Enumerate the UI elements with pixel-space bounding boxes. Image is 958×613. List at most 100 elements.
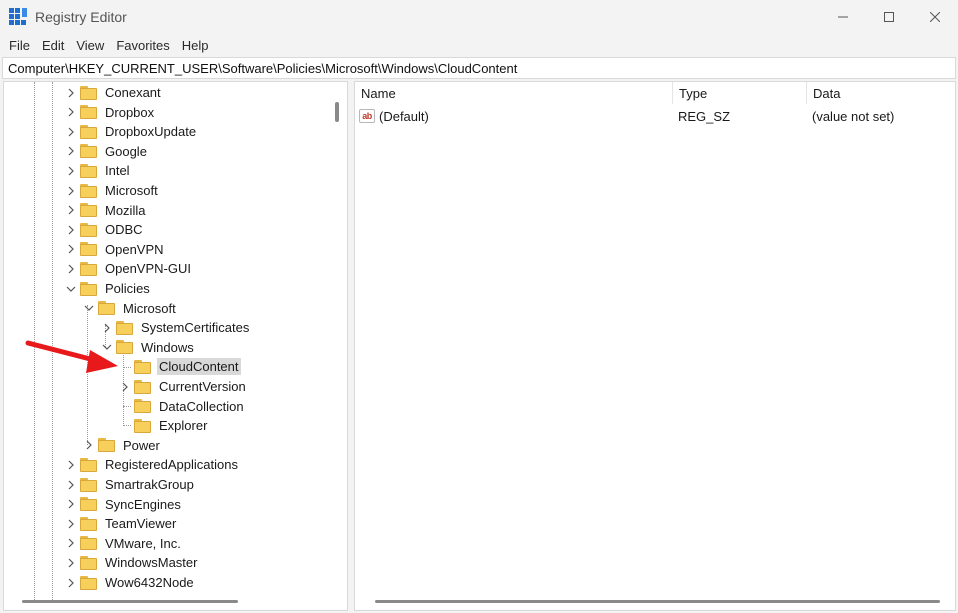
tree-node[interactable]: Dropbox xyxy=(65,103,156,122)
tree-node[interactable]: SystemCertificates xyxy=(101,318,251,337)
tree-connector xyxy=(119,400,131,412)
folder-icon xyxy=(134,399,152,414)
folder-icon xyxy=(80,144,98,159)
folder-icon xyxy=(80,516,98,531)
close-button[interactable] xyxy=(912,0,958,34)
tree-node[interactable]: Power xyxy=(83,436,162,455)
tree-node[interactable]: Mozilla xyxy=(65,201,147,220)
tree-node-label: VMware, Inc. xyxy=(105,535,181,551)
maximize-button[interactable] xyxy=(866,0,912,34)
tree-node[interactable]: CloudContent xyxy=(119,357,241,376)
tree-node[interactable]: Conexant xyxy=(65,83,163,102)
tree-node[interactable]: Microsoft xyxy=(83,299,178,318)
title-bar[interactable]: Registry Editor xyxy=(0,0,958,34)
tree-guide-line xyxy=(87,305,88,445)
tree-node[interactable]: Intel xyxy=(65,161,132,180)
address-bar[interactable]: Computer\HKEY_CURRENT_USER\Software\Poli… xyxy=(2,57,956,79)
value-name-cell: ab (Default) xyxy=(359,106,429,126)
tree-node[interactable]: Windows xyxy=(101,338,196,357)
chevron-right-icon[interactable] xyxy=(65,243,77,255)
tree-node-label: WindowsMaster xyxy=(105,555,198,571)
chevron-right-icon[interactable] xyxy=(65,87,77,99)
tree-guide-line xyxy=(52,82,53,600)
folder-icon xyxy=(98,438,116,453)
value-type: REG_SZ xyxy=(678,108,731,124)
tree-node[interactable]: SyncEngines xyxy=(65,495,183,514)
menu-favorites[interactable]: Favorites xyxy=(110,38,175,53)
tree-node[interactable]: Explorer xyxy=(119,416,209,435)
chevron-right-icon[interactable] xyxy=(65,498,77,510)
chevron-right-icon[interactable] xyxy=(65,204,77,216)
tree-node[interactable]: SmartrakGroup xyxy=(65,475,196,494)
chevron-right-icon[interactable] xyxy=(65,518,77,530)
chevron-right-icon[interactable] xyxy=(65,145,77,157)
tree-node[interactable]: TeamViewer xyxy=(65,514,178,533)
chevron-right-icon[interactable] xyxy=(65,224,77,236)
tree-node[interactable]: Wow6432Node xyxy=(65,573,196,592)
chevron-right-icon[interactable] xyxy=(65,185,77,197)
column-header-data[interactable]: Data xyxy=(807,82,955,104)
value-name: (Default) xyxy=(379,108,429,124)
value-row[interactable]: ab (Default) REG_SZ (value not set) xyxy=(355,106,955,126)
tree-node-label: Wow6432Node xyxy=(105,575,194,590)
tree-node[interactable]: Google xyxy=(65,142,149,161)
chevron-right-icon[interactable] xyxy=(119,381,131,393)
tree-connector xyxy=(119,420,131,432)
folder-icon xyxy=(80,242,98,257)
chevron-right-icon[interactable] xyxy=(65,577,77,589)
chevron-right-icon[interactable] xyxy=(65,263,77,275)
tree-guide-line xyxy=(34,82,35,600)
tree-node-label: Mozilla xyxy=(105,202,146,218)
chevron-right-icon[interactable] xyxy=(101,322,113,334)
tree-node[interactable]: OpenVPN-GUI xyxy=(65,259,193,278)
tree-horizontal-scrollbar[interactable] xyxy=(22,600,238,603)
tree-node[interactable]: DataCollection xyxy=(119,397,246,416)
tree-vertical-scrollbar[interactable] xyxy=(335,102,339,122)
folder-icon xyxy=(80,183,98,198)
chevron-right-icon[interactable] xyxy=(65,479,77,491)
tree-node[interactable]: OpenVPN xyxy=(65,240,166,259)
values-pane[interactable]: Name Type Data ab (Default) REG_SZ (valu… xyxy=(354,81,956,611)
chevron-down-icon[interactable] xyxy=(83,302,95,314)
menu-edit[interactable]: Edit xyxy=(36,38,70,53)
tree-node-label: DataCollection xyxy=(159,398,244,414)
minimize-button[interactable] xyxy=(820,0,866,34)
maximize-icon xyxy=(884,12,894,22)
chevron-down-icon[interactable] xyxy=(65,283,77,295)
chevron-down-icon[interactable] xyxy=(101,341,113,353)
tree-node-label: Conexant xyxy=(105,85,161,100)
values-horizontal-scrollbar[interactable] xyxy=(375,600,940,603)
chevron-right-icon[interactable] xyxy=(65,165,77,177)
column-header-type[interactable]: Type xyxy=(673,82,807,104)
tree-node[interactable]: Microsoft xyxy=(65,181,160,200)
chevron-right-icon[interactable] xyxy=(83,439,95,451)
chevron-right-icon[interactable] xyxy=(65,459,77,471)
tree-node[interactable]: VMware, Inc. xyxy=(65,534,183,553)
tree-node[interactable]: WindowsMaster xyxy=(65,553,199,572)
tree-node-label: Policies xyxy=(105,281,150,296)
chevron-right-icon[interactable] xyxy=(65,557,77,569)
tree-node-label: DropboxUpdate xyxy=(105,124,197,140)
folder-icon xyxy=(116,320,134,335)
key-tree-pane[interactable]: Conexant Dropbox DropboxUpdate Google Intel M… xyxy=(3,81,348,611)
menu-help[interactable]: Help xyxy=(176,38,215,53)
tree-node[interactable]: RegisteredApplications xyxy=(65,455,240,474)
menu-file[interactable]: File xyxy=(3,38,36,53)
tree-node[interactable]: DropboxUpdate xyxy=(65,122,198,141)
column-header-name[interactable]: Name xyxy=(355,82,673,104)
tree-node-label: Google xyxy=(105,143,147,159)
chevron-right-icon[interactable] xyxy=(65,537,77,549)
chevron-right-icon[interactable] xyxy=(65,126,77,138)
folder-icon xyxy=(80,555,98,570)
string-value-icon: ab xyxy=(359,109,375,123)
folder-icon xyxy=(80,477,98,492)
chevron-right-icon[interactable] xyxy=(65,106,77,118)
tree-node-label: Explorer xyxy=(159,418,208,434)
tree-node[interactable]: CurrentVersion xyxy=(119,377,248,396)
tree-node-label: OpenVPN-GUI xyxy=(105,261,191,277)
folder-icon xyxy=(134,418,152,433)
menu-view[interactable]: View xyxy=(70,38,110,53)
tree-node[interactable]: ODBC xyxy=(65,220,145,239)
tree-node[interactable]: Policies xyxy=(65,279,152,298)
tree-node-label: Dropbox xyxy=(105,104,155,120)
